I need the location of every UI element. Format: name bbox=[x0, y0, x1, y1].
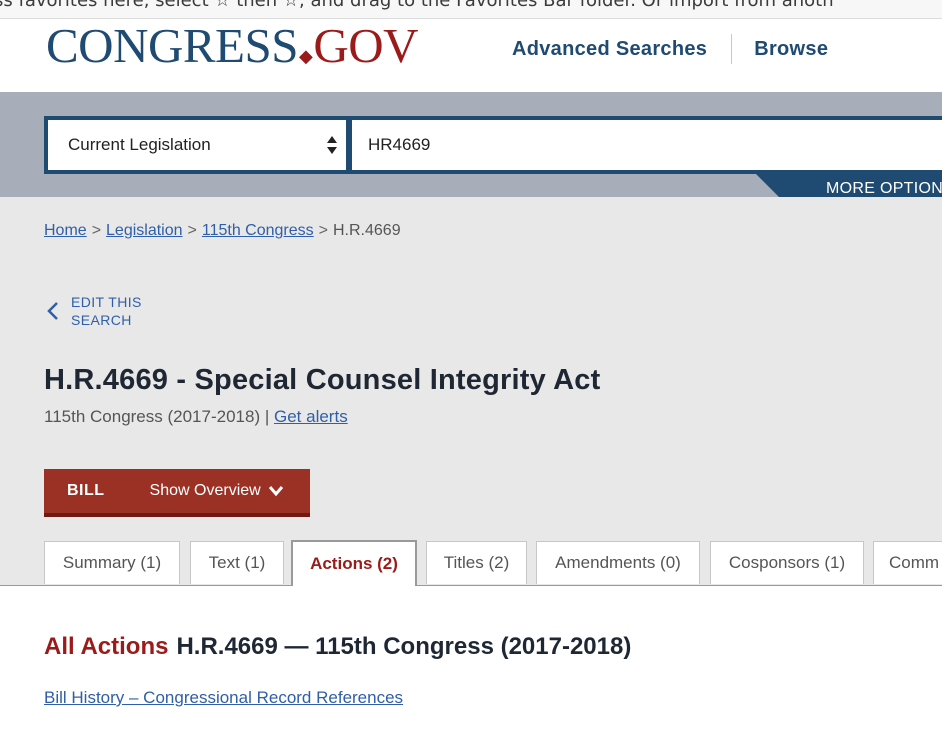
chevron-left-icon bbox=[47, 302, 58, 320]
breadcrumb-legislation[interactable]: Legislation bbox=[106, 222, 183, 239]
bill-congress: 115th Congress (2017-2018) bbox=[44, 407, 261, 426]
bill-overview-bar[interactable]: BILL Show Overview bbox=[44, 469, 310, 517]
breadcrumb-home[interactable]: Home bbox=[44, 222, 87, 239]
tab-cosponsors[interactable]: Cosponsors (1) bbox=[710, 541, 864, 584]
breadcrumb-current: H.R.4669 bbox=[333, 222, 401, 239]
edit-search-link[interactable]: EDIT THIS SEARCH bbox=[46, 293, 161, 329]
congress-gov-logo[interactable]: CONGRESS◆GOV bbox=[46, 21, 418, 71]
more-options-label: MORE OPTIONS bbox=[826, 180, 942, 197]
favorites-bar: ss favorites here, select ☆ then ☆, and … bbox=[0, 0, 942, 19]
show-overview-label: Show Overview bbox=[149, 482, 261, 499]
bill-history-link[interactable]: Bill History – Congressional Record Refe… bbox=[44, 688, 403, 708]
masthead: CONGRESS◆GOV Advanced Searches Browse bbox=[0, 19, 942, 92]
bill-congress-line: 115th Congress (2017-2018) | Get alerts bbox=[44, 407, 348, 427]
all-actions-bill: H.R.4669 — 115th Congress (2017-2018) bbox=[176, 633, 632, 660]
chevron-down-icon bbox=[268, 486, 283, 497]
breadcrumb-separator: > bbox=[91, 222, 102, 239]
search-input[interactable]: HR4669 bbox=[352, 120, 942, 170]
select-arrows-icon bbox=[327, 136, 337, 154]
favorites-bar-hint: ss favorites here, select ☆ then ☆, and … bbox=[0, 0, 834, 11]
search-query-value: HR4669 bbox=[368, 135, 431, 154]
tab-actions[interactable]: Actions (2) bbox=[291, 540, 417, 586]
tab-amendments[interactable]: Amendments (0) bbox=[536, 541, 700, 584]
get-alerts-link[interactable]: Get alerts bbox=[274, 407, 348, 426]
tab-committees[interactable]: Comm bbox=[873, 541, 942, 584]
logo-dot-icon: ◆ bbox=[298, 46, 313, 66]
search-scope-value: Current Legislation bbox=[68, 135, 211, 154]
tab-text[interactable]: Text (1) bbox=[190, 541, 284, 584]
bill-congress-divider: | bbox=[264, 407, 270, 426]
nav-advanced-searches[interactable]: Advanced Searches bbox=[512, 38, 707, 61]
breadcrumb-separator: > bbox=[187, 222, 197, 239]
nav-browse[interactable]: Browse bbox=[754, 38, 828, 61]
breadcrumb-congress[interactable]: 115th Congress bbox=[202, 222, 314, 239]
logo-gov-text: GOV bbox=[313, 18, 418, 73]
breadcrumb-separator: > bbox=[318, 222, 328, 239]
tab-summary[interactable]: Summary (1) bbox=[44, 541, 180, 584]
top-navigation: Advanced Searches Browse bbox=[512, 34, 828, 64]
tab-titles[interactable]: Titles (2) bbox=[426, 541, 527, 584]
all-actions-heading: All Actions H.R.4669 — 115th Congress (20… bbox=[44, 633, 631, 661]
all-actions-label: All Actions bbox=[44, 633, 169, 660]
logo-congress-text: CONGRESS bbox=[46, 18, 298, 73]
tabs-baseline bbox=[0, 585, 942, 586]
breadcrumb: Home > Legislation >115th Congress > H.R.4669 bbox=[44, 222, 401, 240]
bill-type-label: BILL bbox=[67, 482, 105, 499]
edit-search-label: EDIT THIS SEARCH bbox=[71, 294, 142, 328]
bill-title: H.R.4669 - Special Counsel Integrity Act bbox=[44, 364, 601, 396]
nav-divider bbox=[731, 34, 733, 64]
search-scope-select[interactable]: Current Legislation bbox=[48, 120, 346, 170]
